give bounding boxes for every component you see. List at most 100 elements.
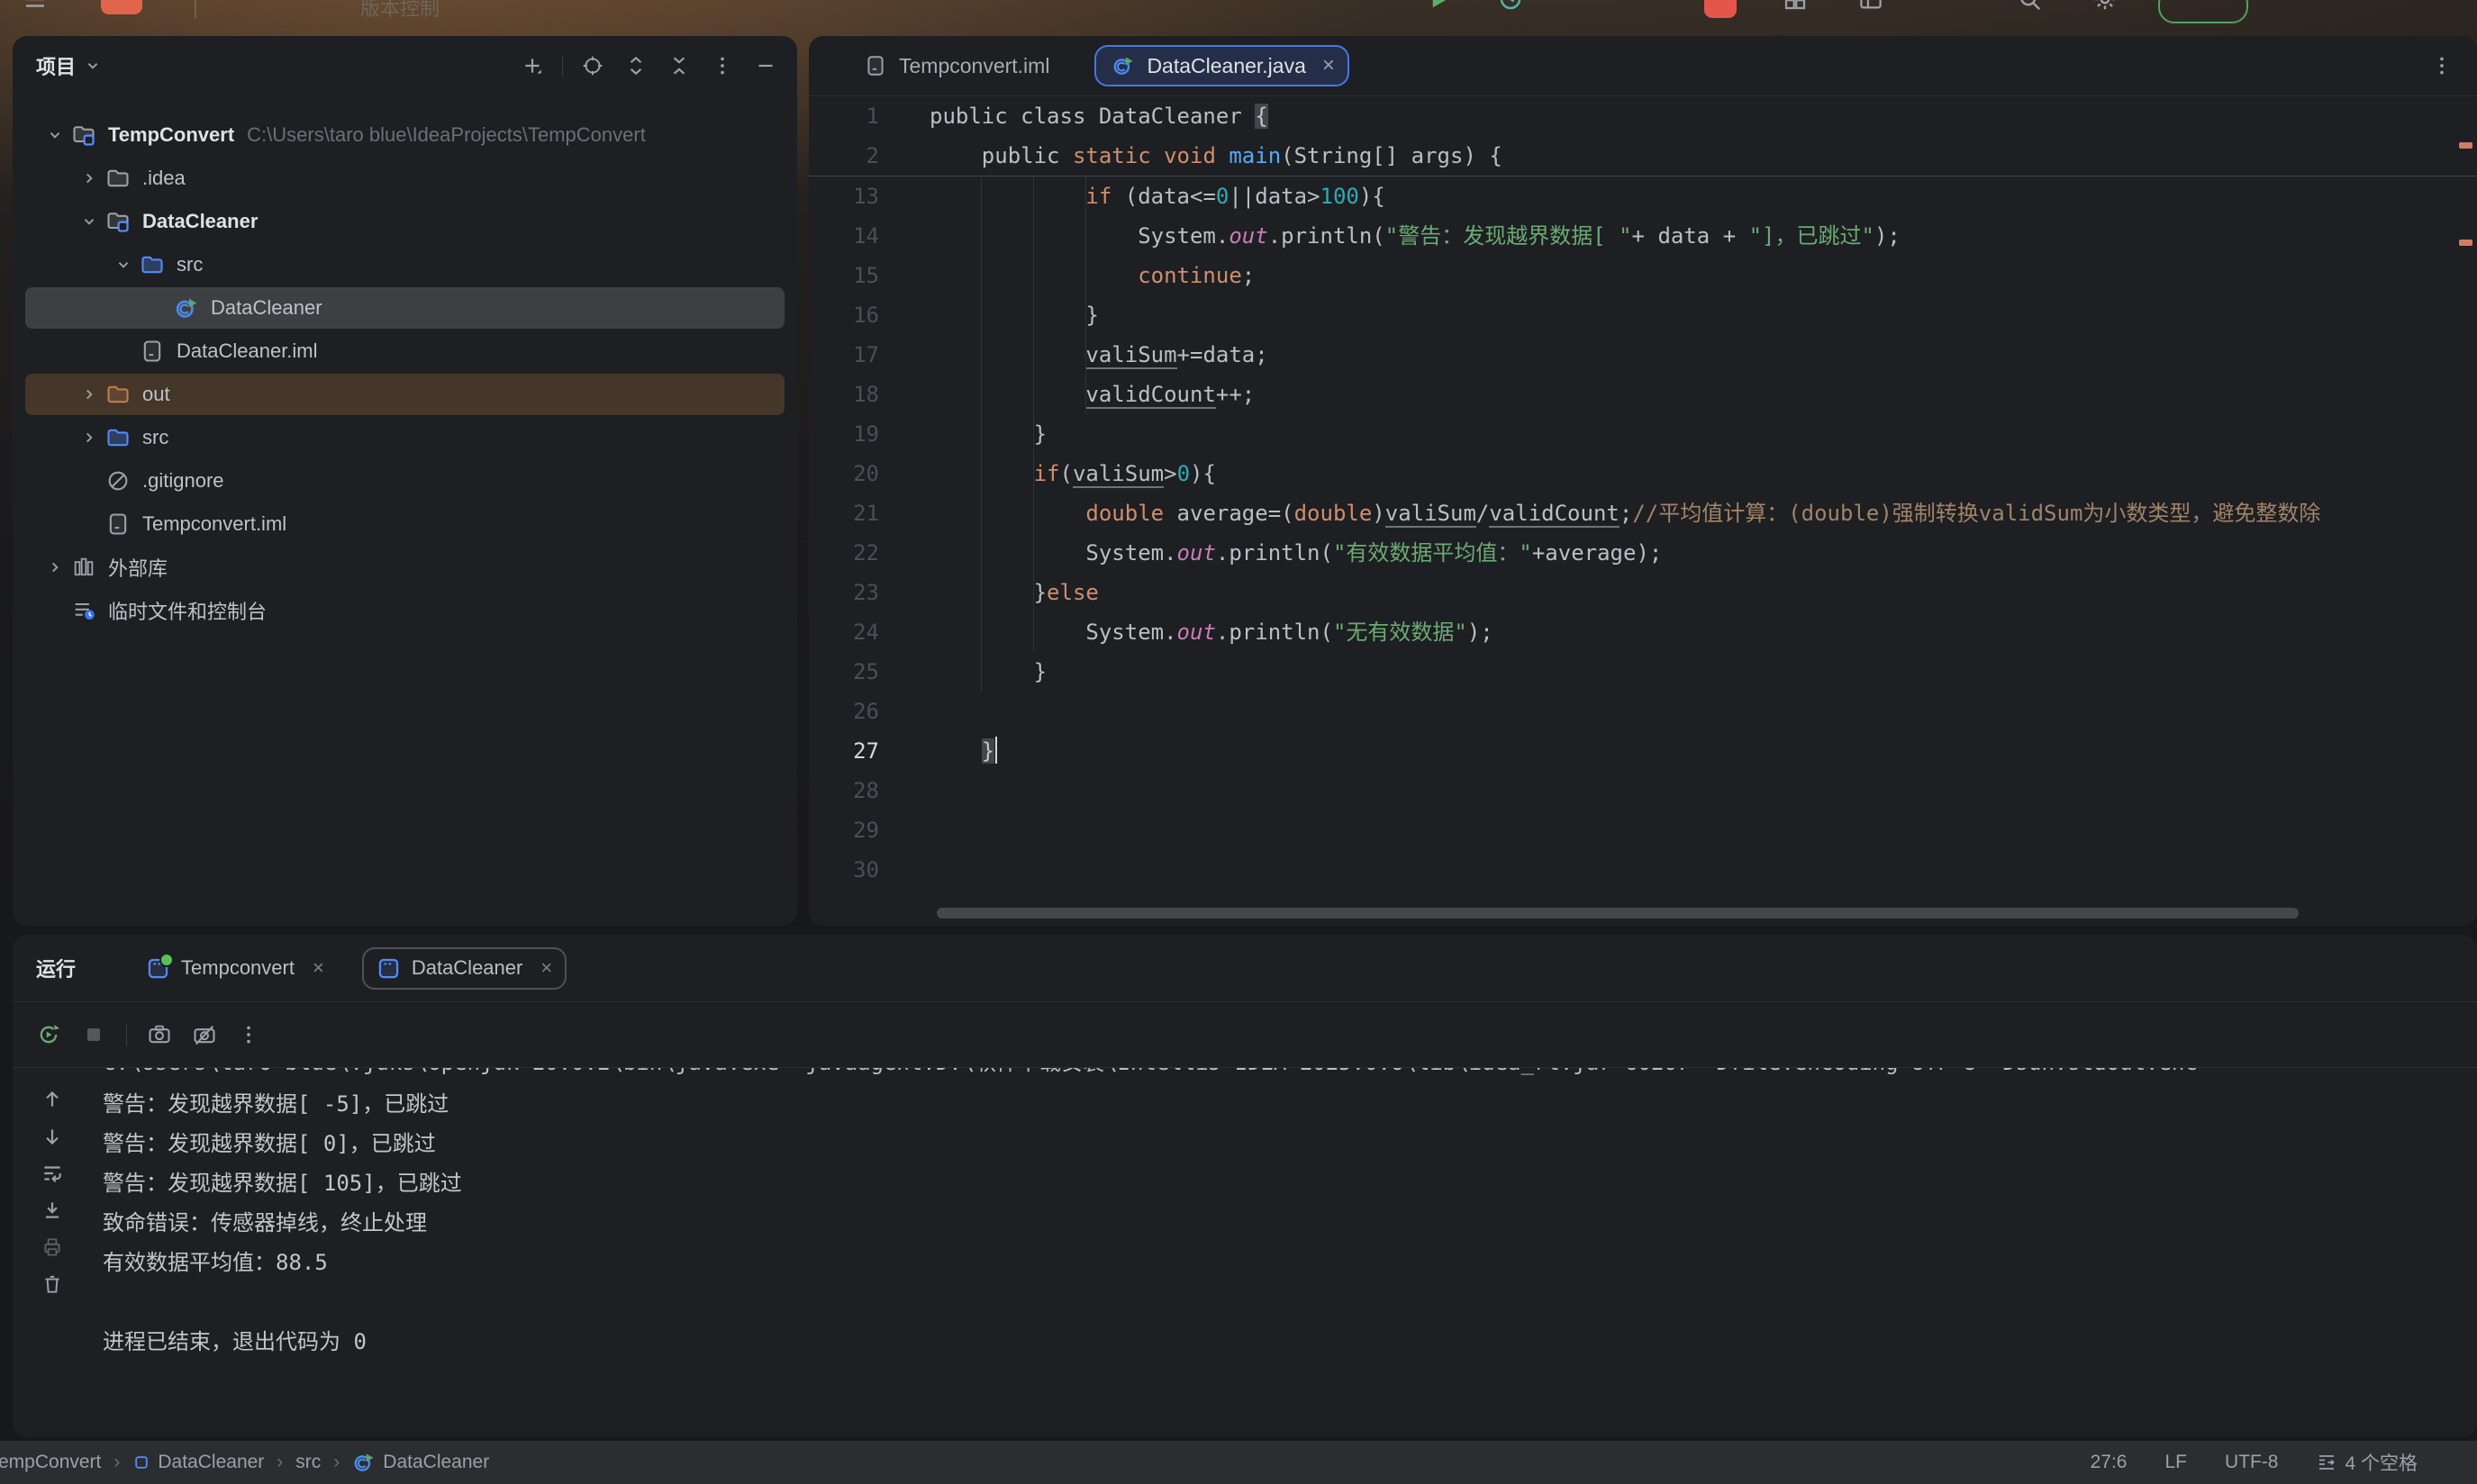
chevron-down-icon[interactable]: [83, 56, 103, 76]
code-line-23[interactable]: 23 }else: [809, 573, 2477, 612]
scroll-to-end-icon[interactable]: [41, 1199, 64, 1222]
run-panel-title[interactable]: 运行: [36, 954, 76, 982]
line-number: 21: [832, 493, 879, 533]
add-icon[interactable]: [517, 50, 548, 81]
stop-process-button[interactable]: [1704, 0, 1737, 18]
chevron-down-icon[interactable]: [40, 125, 70, 145]
chevron-right-icon[interactable]: [74, 168, 104, 188]
run-icon[interactable]: [1425, 0, 1452, 13]
code-line-15[interactable]: 15 continue;: [809, 256, 2477, 295]
tree-item-DataCleaner[interactable]: DataCleaner: [13, 286, 797, 330]
breadcrumb-class[interactable]: DataCleaner: [352, 1451, 489, 1474]
code-line-27[interactable]: 27 }: [809, 731, 2477, 771]
tree-item-DataCleaner[interactable]: DataCleaner: [13, 200, 797, 243]
clear-all-icon[interactable]: [41, 1272, 64, 1296]
error-stripe-mark[interactable]: [2459, 142, 2472, 149]
hide-panel-icon[interactable]: [750, 50, 781, 81]
arrow-up-icon[interactable]: [41, 1088, 64, 1111]
settings-gear-icon[interactable]: [2091, 0, 2119, 13]
memory-snapshot-icon[interactable]: [192, 1022, 217, 1047]
error-stripe-mark[interactable]: [2459, 240, 2472, 246]
indent-setting[interactable]: 4 个空格: [2316, 1449, 2418, 1476]
status-bar-right: 27:6 LF UTF-8 4 个空格: [2091, 1449, 2418, 1476]
tree-item--[interactable]: 临时文件和控制台: [13, 589, 797, 632]
code-line-1[interactable]: 1public class DataCleaner {: [809, 96, 2477, 136]
code-line-29[interactable]: 29: [809, 810, 2477, 850]
tab-datacleaner-java[interactable]: DataCleaner.java ×: [1094, 45, 1348, 86]
tree-item-.idea[interactable]: .idea: [13, 157, 797, 200]
tree-item-label: DataCleaner.iml: [177, 339, 318, 363]
code-line-22[interactable]: 22 System.out.println("有效数据平均值："+average…: [809, 533, 2477, 573]
tree-item-.gitignore[interactable]: .gitignore: [13, 459, 797, 502]
code-text: }: [930, 295, 1099, 335]
breadcrumb-src[interactable]: src: [295, 1452, 321, 1473]
close-tab-icon[interactable]: ×: [540, 956, 552, 980]
close-tab-icon[interactable]: ×: [313, 956, 324, 980]
more-options-icon[interactable]: [707, 50, 738, 81]
soft-wrap-icon[interactable]: [41, 1162, 64, 1185]
tab-tempconvert-iml[interactable]: Tempconvert.iml: [848, 46, 1064, 86]
code-line-28[interactable]: 28: [809, 771, 2477, 810]
code-text: System.out.println("无有效数据");: [930, 612, 1493, 652]
tree-item-out[interactable]: out: [13, 373, 797, 416]
code-line-14[interactable]: 14 System.out.println("警告：发现越界数据[ "+ dat…: [809, 216, 2477, 256]
chevron-right-icon[interactable]: [40, 557, 70, 577]
code-line-17[interactable]: 17 valiSum+=data;: [809, 335, 2477, 375]
vcs-widget[interactable]: 版本控制: [360, 0, 440, 22]
arrow-down-icon[interactable]: [41, 1125, 64, 1148]
run-options-kebab-icon[interactable]: [237, 1023, 260, 1046]
code-line-19[interactable]: 19 }: [809, 414, 2477, 454]
code-line-20[interactable]: 20 if(valiSum>0){: [809, 454, 2477, 493]
run-tab-datacleaner[interactable]: DataCleaner ×: [362, 947, 567, 990]
run-tab-tempconvert[interactable]: Tempconvert ×: [133, 949, 337, 988]
tree-item-src[interactable]: src: [13, 416, 797, 459]
console-output[interactable]: C:\Users\taro blue\.jdks\openjdk-20.0.2\…: [103, 1068, 2477, 1439]
code-line-18[interactable]: 18 validCount++;: [809, 375, 2477, 414]
code-line-24[interactable]: 24 System.out.println("无有效数据");: [809, 612, 2477, 652]
code-text: double average=(double)valiSum/validCoun…: [930, 493, 2320, 533]
license-pill-button[interactable]: [2158, 0, 2248, 23]
tree-item-TempConvert[interactable]: TempConvertC:\Users\taro blue\IdeaProjec…: [13, 113, 797, 157]
caret-position[interactable]: 27:6: [2091, 1452, 2128, 1473]
code-line-16[interactable]: 16 }: [809, 295, 2477, 335]
code-line-26[interactable]: 26: [809, 692, 2477, 731]
editor-horizontal-scrollbar[interactable]: [937, 908, 2299, 918]
thread-dump-icon[interactable]: [147, 1022, 172, 1047]
grid-icon[interactable]: [1782, 0, 1809, 13]
search-icon[interactable]: [2016, 0, 2043, 13]
collapse-all-icon[interactable]: [664, 50, 694, 81]
layout-icon[interactable]: [1857, 0, 1884, 13]
tree-item-src[interactable]: src: [13, 243, 797, 286]
console-line: 警告：发现越界数据[ 105]，已跳过: [103, 1163, 2477, 1203]
tree-item--[interactable]: 外部库: [13, 546, 797, 589]
close-tab-icon[interactable]: ×: [1322, 53, 1335, 78]
code-line-2[interactable]: 2 public static void main(String[] args)…: [809, 136, 2477, 176]
project-avatar[interactable]: [101, 0, 142, 14]
breadcrumbs: empConvert › DataCleaner › src › DataCle…: [0, 1451, 489, 1474]
rerun-icon[interactable]: [36, 1022, 61, 1047]
file-encoding[interactable]: UTF-8: [2225, 1452, 2279, 1473]
chevron-right-icon[interactable]: [74, 385, 104, 404]
folder-src-icon: [104, 424, 132, 451]
chevron-right-icon[interactable]: [74, 428, 104, 448]
chevron-down-icon[interactable]: [74, 212, 104, 231]
code-line-30[interactable]: 30: [809, 850, 2477, 890]
hamburger-menu-icon[interactable]: [22, 0, 49, 13]
code-line-21[interactable]: 21 double average=(double)valiSum/validC…: [809, 493, 2477, 533]
tree-item-Tempconvert.iml[interactable]: Tempconvert.iml: [13, 502, 797, 546]
line-ending[interactable]: LF: [2164, 1452, 2187, 1473]
profiler-icon[interactable]: [1497, 0, 1524, 13]
code-area[interactable]: 13 if (data<=0||data>100){14 System.out.…: [809, 176, 2477, 890]
expand-all-icon[interactable]: [621, 50, 651, 81]
breadcrumb-project[interactable]: empConvert: [0, 1452, 101, 1473]
line-number: 15: [832, 256, 879, 295]
locate-file-icon[interactable]: [577, 50, 608, 81]
code-line-13[interactable]: 13 if (data<=0||data>100){: [809, 176, 2477, 216]
project-panel-title[interactable]: 项目: [36, 51, 76, 80]
editor-options-kebab-icon[interactable]: [2430, 54, 2454, 77]
chevron-down-icon[interactable]: [108, 255, 139, 275]
line-number: 26: [832, 692, 879, 731]
code-line-25[interactable]: 25 }: [809, 652, 2477, 692]
breadcrumb-module[interactable]: DataCleaner: [132, 1452, 264, 1473]
tree-item-DataCleaner.iml[interactable]: DataCleaner.iml: [13, 330, 797, 373]
